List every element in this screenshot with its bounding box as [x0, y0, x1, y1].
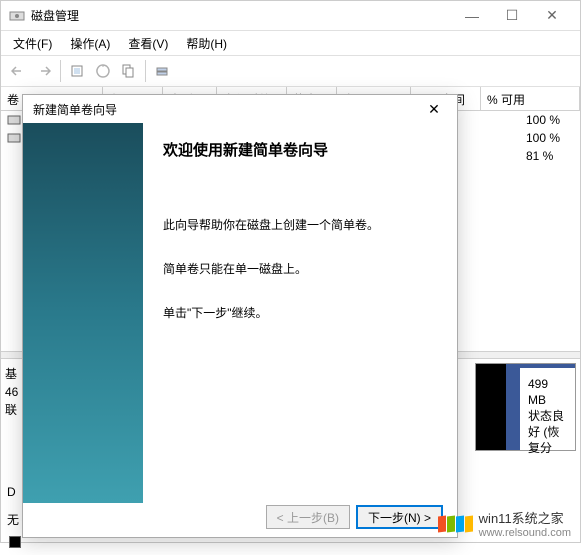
disk-mgmt-icon: [9, 8, 25, 24]
wizard-content: 欢迎使用新建简单卷向导 此向导帮助你在磁盘上创建一个简单卷。 简单卷只能在单一磁…: [143, 123, 457, 503]
watermark-url: www.relsound.com: [479, 527, 571, 539]
maximize-button[interactable]: ☐: [492, 2, 532, 30]
separator: [145, 60, 146, 82]
partition-sep: [506, 364, 520, 450]
wizard-text-3: 单击"下一步"继续。: [163, 304, 437, 322]
back-button[interactable]: < 上一步(B): [266, 505, 350, 529]
properties-icon[interactable]: [90, 58, 116, 84]
pct-cell: 100 %: [526, 129, 560, 147]
menu-help[interactable]: 帮助(H): [178, 33, 235, 54]
watermark: win11系统之家 www.relsound.com: [434, 504, 575, 543]
separator: [60, 60, 61, 82]
wizard-text-1: 此向导帮助你在磁盘上创建一个简单卷。: [163, 216, 437, 234]
volume-icon: [7, 131, 21, 145]
dialog-close-button[interactable]: ✕: [419, 99, 449, 119]
wizard-text-2: 简单卷只能在单一磁盘上。: [163, 260, 437, 278]
forward-icon[interactable]: [31, 58, 57, 84]
pct-cell: 100 %: [526, 111, 560, 129]
help-icon[interactable]: [116, 58, 142, 84]
dialog-title: 新建简单卷向导: [23, 95, 457, 123]
partition-recovery[interactable]: 499 MB 状态良好 (恢复分: [520, 364, 575, 450]
menu-action[interactable]: 操作(A): [62, 33, 118, 54]
menu-file[interactable]: 文件(F): [5, 33, 60, 54]
partition-status: 状态良好 (恢复分: [528, 408, 567, 456]
watermark-brand: win11系统之家: [479, 508, 571, 527]
next-button[interactable]: 下一步(N) >: [356, 505, 443, 529]
menubar: 文件(F) 操作(A) 查看(V) 帮助(H): [1, 31, 580, 55]
volume-icon: [7, 113, 21, 127]
logo-icon: [438, 516, 473, 532]
toolbar: [1, 55, 580, 87]
close-button[interactable]: ✕: [532, 2, 572, 30]
new-simple-volume-wizard: 新建简单卷向导 ✕ 欢迎使用新建简单卷向导 此向导帮助你在磁盘上创建一个简单卷。…: [22, 94, 458, 538]
partition-unallocated[interactable]: [476, 364, 506, 450]
refresh-icon[interactable]: [64, 58, 90, 84]
wizard-sidebar: [23, 123, 143, 503]
back-icon[interactable]: [5, 58, 31, 84]
pct-cell: 81 %: [526, 147, 560, 165]
wizard-heading: 欢迎使用新建简单卷向导: [163, 139, 437, 160]
partition-size: 499 MB: [528, 376, 567, 408]
window-title: 磁盘管理: [31, 7, 452, 24]
action-icon[interactable]: [149, 58, 175, 84]
legend-square: [9, 536, 21, 548]
minimize-button[interactable]: —: [452, 2, 492, 30]
col-pct[interactable]: % 可用: [481, 87, 580, 110]
titlebar: 磁盘管理 — ☐ ✕: [1, 1, 580, 31]
menu-view[interactable]: 查看(V): [120, 33, 176, 54]
partition-strip[interactable]: 499 MB 状态良好 (恢复分: [475, 363, 576, 451]
